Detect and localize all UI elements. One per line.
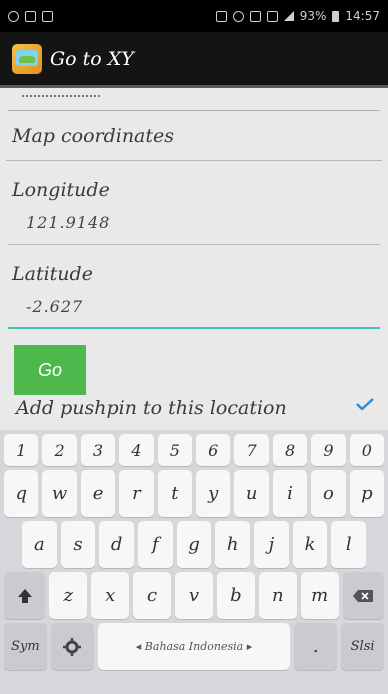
period-key[interactable]: . bbox=[294, 623, 338, 670]
key-c[interactable]: c bbox=[133, 572, 172, 619]
menu-icon bbox=[42, 10, 53, 22]
key-y[interactable]: y bbox=[196, 470, 231, 517]
key-k[interactable]: k bbox=[292, 521, 328, 568]
key-a[interactable]: a bbox=[22, 521, 57, 568]
key-7[interactable]: 7 bbox=[234, 434, 269, 466]
keyboard-row-1: qwertyuiop bbox=[4, 470, 385, 517]
longitude-label: Longitude bbox=[12, 179, 110, 201]
key-9[interactable]: 9 bbox=[311, 434, 346, 466]
sym-key[interactable]: Sym bbox=[4, 623, 47, 670]
data-icon bbox=[266, 10, 278, 22]
key-5[interactable]: 5 bbox=[157, 434, 193, 466]
key-4[interactable]: 4 bbox=[119, 434, 154, 466]
latitude-label: Latitude bbox=[12, 263, 93, 285]
keyboard-number-row: 1234567890 bbox=[4, 434, 385, 466]
whatsapp-icon bbox=[8, 10, 19, 22]
key-x[interactable]: x bbox=[91, 572, 130, 619]
shift-arrow-icon bbox=[17, 588, 32, 603]
key-0[interactable]: 0 bbox=[349, 434, 385, 466]
status-bar: 93% 14:57 bbox=[0, 0, 388, 32]
key-r[interactable]: r bbox=[119, 470, 154, 517]
key-1[interactable]: 1 bbox=[4, 434, 39, 466]
add-pushpin-row[interactable]: Add pushpin to this location bbox=[0, 388, 388, 428]
go-to-xy-form: Map coordinates Longitude 121.9148 Latit… bbox=[0, 91, 388, 419]
key-v[interactable]: v bbox=[175, 572, 213, 619]
latitude-label-row: Latitude bbox=[0, 245, 388, 285]
key-g[interactable]: g bbox=[176, 521, 212, 568]
key-3[interactable]: 3 bbox=[80, 434, 116, 466]
key-m[interactable]: m bbox=[300, 572, 339, 619]
battery-percent: 93% bbox=[299, 9, 327, 23]
shift-key[interactable] bbox=[4, 572, 46, 619]
action-bar: Go to XY bbox=[0, 32, 388, 88]
key-d[interactable]: d bbox=[99, 521, 135, 568]
latitude-input[interactable]: -2.627 bbox=[8, 285, 380, 329]
key-6[interactable]: 6 bbox=[196, 434, 231, 466]
space-key[interactable]: ◂ Bahasa Indonesia ▸ bbox=[97, 623, 291, 670]
longitude-label-row: Longitude bbox=[0, 161, 388, 201]
section-title: Map coordinates bbox=[12, 124, 175, 147]
enter-key[interactable]: Slsi bbox=[341, 623, 385, 670]
key-i[interactable]: i bbox=[272, 470, 308, 517]
key-n[interactable]: n bbox=[258, 572, 297, 619]
key-b[interactable]: b bbox=[216, 572, 255, 619]
settings-key[interactable] bbox=[50, 623, 94, 670]
battery-icon bbox=[332, 10, 340, 22]
keyboard-row-3: zxcvbnm bbox=[4, 572, 384, 619]
key-s[interactable]: s bbox=[60, 521, 96, 568]
key-w[interactable]: w bbox=[42, 470, 77, 517]
longitude-input[interactable]: 121.9148 bbox=[8, 201, 380, 245]
key-2[interactable]: 2 bbox=[42, 434, 77, 466]
soft-keyboard: 1234567890 qwertyuiop asdfghjkl zxcvbnm … bbox=[0, 430, 388, 694]
page-title: Go to XY bbox=[50, 47, 134, 70]
nfc-icon bbox=[249, 10, 261, 22]
key-f[interactable]: f bbox=[138, 521, 173, 568]
keyboard-row-2: asdfghjkl bbox=[4, 521, 384, 568]
alarm-icon bbox=[232, 10, 244, 22]
gallery-icon bbox=[25, 10, 36, 22]
scrolled-field-remnant bbox=[8, 91, 380, 111]
map-coordinates-section[interactable]: Map coordinates bbox=[6, 111, 382, 161]
backspace-key[interactable] bbox=[342, 572, 384, 619]
key-p[interactable]: p bbox=[349, 470, 385, 517]
key-l[interactable]: l bbox=[331, 521, 367, 568]
clock: 14:57 bbox=[345, 9, 380, 23]
key-q[interactable]: q bbox=[4, 470, 39, 517]
backspace-icon bbox=[353, 589, 374, 602]
pushpin-label: Add pushpin to this location bbox=[16, 397, 287, 419]
key-u[interactable]: u bbox=[234, 470, 269, 517]
key-j[interactable]: j bbox=[254, 521, 289, 568]
app-logo-icon[interactable] bbox=[12, 43, 42, 74]
key-o[interactable]: o bbox=[311, 470, 346, 517]
key-z[interactable]: z bbox=[49, 572, 88, 619]
keyboard-row-3-letters: zxcvbnm bbox=[49, 572, 339, 619]
gear-icon bbox=[63, 637, 82, 656]
key-t[interactable]: t bbox=[157, 470, 193, 517]
key-h[interactable]: h bbox=[215, 521, 251, 568]
checkbox-checked-icon[interactable] bbox=[356, 398, 374, 410]
keyboard-bottom-row: Sym ◂ Bahasa Indonesia ▸ . Slsi bbox=[4, 623, 385, 670]
key-e[interactable]: e bbox=[80, 470, 116, 517]
vibrate-icon bbox=[215, 10, 227, 22]
signal-icon bbox=[283, 11, 294, 21]
key-8[interactable]: 8 bbox=[272, 434, 308, 466]
